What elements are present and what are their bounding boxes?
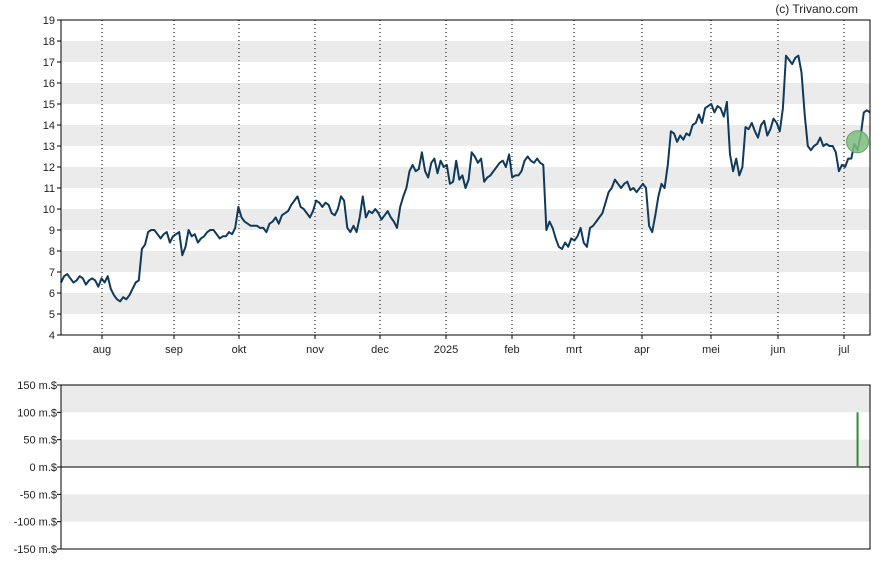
y-tick-label: 12	[43, 162, 55, 174]
volume-band	[61, 385, 870, 413]
y-tick-label: 16	[43, 78, 55, 90]
y-tick-label: 10	[43, 204, 55, 216]
x-tick-label: dec	[371, 344, 389, 356]
y-tick-label: 8	[49, 246, 55, 258]
volume-panel: 150 m.$ 100 m.$ 50 m.$ 0 m.$ -50 m.$ -100 m.$…	[14, 380, 871, 556]
volume-y-tick-label: 100 m.$	[17, 407, 57, 419]
volume-y-tick-label: 150 m.$	[17, 380, 57, 392]
y-tick-label: 14	[43, 120, 55, 132]
volume-y-tick-label: -50 m.$	[20, 489, 57, 501]
price-band	[61, 293, 870, 314]
volume-band	[61, 439, 870, 467]
y-tick-label: 13	[43, 141, 55, 153]
y-tick-label: 9	[49, 225, 55, 237]
event-marker	[846, 130, 870, 154]
y-tick-label: 15	[43, 99, 55, 111]
y-tick-label: 7	[49, 267, 55, 279]
x-tick-label: aug	[93, 344, 111, 356]
x-tick-label: jul	[837, 344, 849, 356]
volume-y-tick-label: -150 m.$	[14, 544, 57, 556]
volume-y-tick-label: 0 m.$	[29, 462, 57, 474]
y-tick-label: 19	[43, 15, 55, 27]
x-tick-label: jun	[770, 344, 786, 356]
x-tick-label: mrt	[566, 344, 582, 356]
price-band	[61, 83, 870, 104]
stock-chart: aug sep okt nov dec 2025 feb mrt apr mei jun jul 4 5 6…	[14, 2, 871, 556]
x-tick-label: okt	[232, 344, 247, 356]
volume-y-tick-label: 50 m.$	[23, 435, 57, 447]
price-panel: aug sep okt nov dec 2025 feb mrt apr mei jun jul 4 5 6…	[43, 15, 871, 356]
credit-text: (c) Trivano.com	[775, 2, 858, 16]
x-tick-label: apr	[634, 344, 650, 356]
price-band	[61, 41, 870, 62]
x-tick-label: sep	[165, 344, 183, 356]
volume-band	[61, 494, 870, 522]
x-tick-label: 2025	[434, 344, 458, 356]
x-tick-label: feb	[504, 344, 519, 356]
y-tick-label: 18	[43, 36, 55, 48]
x-tick-label: nov	[306, 344, 324, 356]
y-tick-label: 11	[44, 183, 55, 195]
y-tick-label: 6	[49, 288, 55, 300]
x-tick-label: mei	[702, 344, 720, 356]
y-tick-label: 5	[49, 309, 55, 321]
price-band	[61, 209, 870, 230]
y-tick-label: 17	[43, 57, 55, 69]
y-tick-label: 4	[49, 330, 55, 342]
volume-y-tick-label: -100 m.$	[14, 517, 57, 529]
